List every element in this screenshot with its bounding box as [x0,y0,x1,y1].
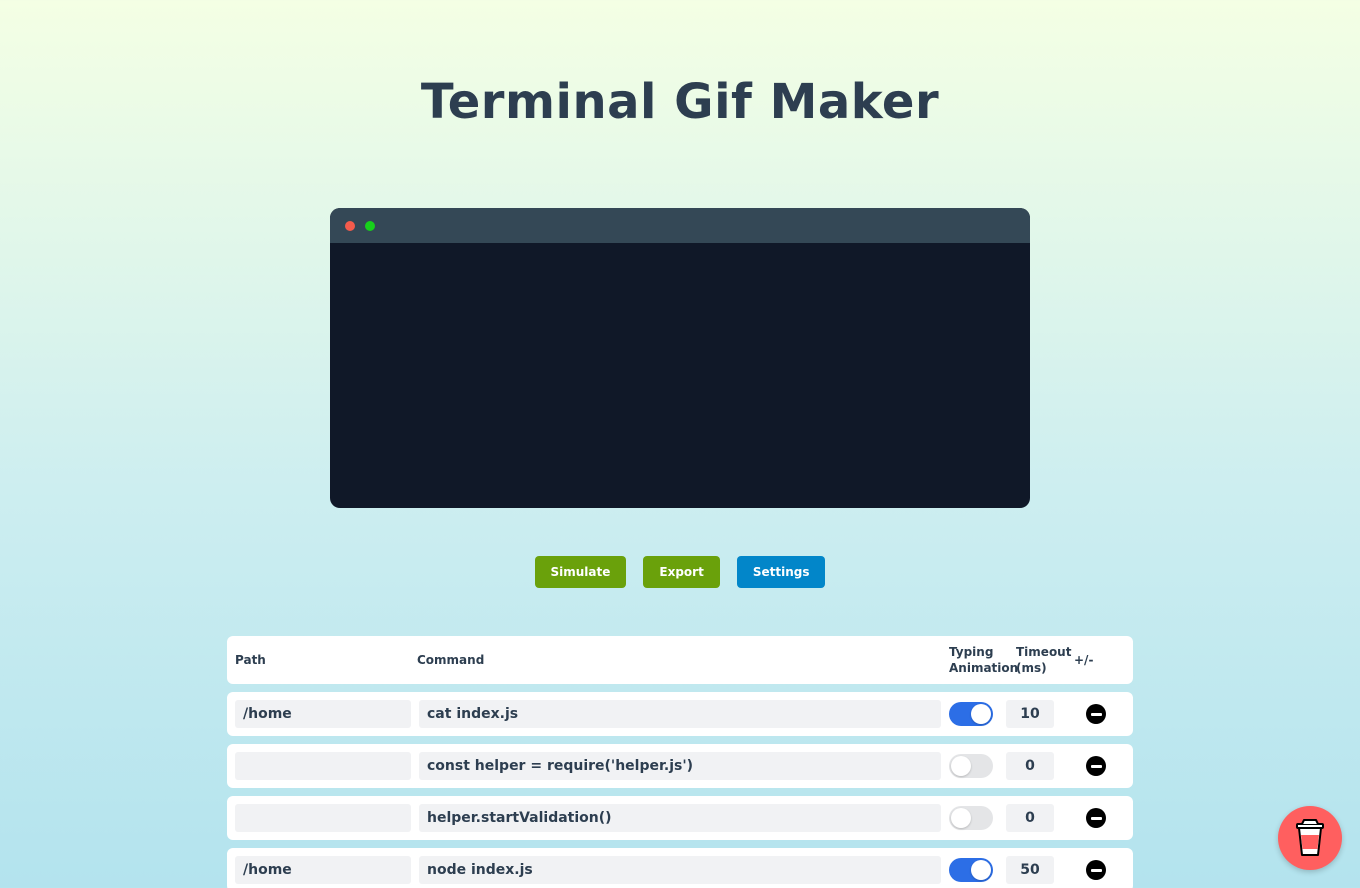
minus-circle-icon[interactable] [1086,860,1106,880]
minus-circle-icon[interactable] [1086,704,1106,724]
export-button[interactable]: Export [643,556,720,588]
header-add-remove: +/- [1074,653,1094,667]
path-input[interactable]: /home [235,856,411,884]
buy-me-a-coffee-button[interactable] [1278,806,1342,870]
timeout-input[interactable]: 50 [1006,856,1054,884]
path-input[interactable] [235,804,411,832]
header-timeout-line1: Timeout [1016,645,1072,659]
table-row: const helper = require('helper.js') 0 [227,744,1133,788]
settings-button[interactable]: Settings [736,556,826,588]
table-row: /home cat index.js 10 [227,692,1133,736]
header-typing-line2: Animation [949,661,1019,675]
typing-animation-toggle[interactable] [949,754,993,778]
terminal-preview [330,208,1030,508]
command-input[interactable]: node index.js [419,856,941,884]
typing-animation-toggle[interactable] [949,702,993,726]
path-input[interactable]: /home [235,700,411,728]
typing-animation-toggle[interactable] [949,806,993,830]
timeout-input[interactable]: 0 [1006,752,1054,780]
table-row: /home node index.js 50 [227,848,1133,888]
toggle-knob [951,756,971,776]
timeout-input[interactable]: 10 [1006,700,1054,728]
command-input[interactable]: const helper = require('helper.js') [419,752,941,780]
toggle-knob [971,704,991,724]
simulate-button[interactable]: Simulate [534,556,627,588]
header-path: Path [235,653,266,667]
terminal-titlebar [330,208,1030,243]
table-row: helper.startValidation() 0 [227,796,1133,840]
coffee-cup-icon [1296,819,1324,856]
header-timeout-line2: (ms) [1016,661,1047,675]
header-timeout: Timeout (ms) [1016,644,1071,676]
maximize-dot-icon [365,220,375,231]
timeout-input[interactable]: 0 [1006,804,1054,832]
path-input[interactable] [235,752,411,780]
header-typing-line1: Typing [949,645,994,659]
close-dot-icon [345,220,355,231]
page-title: Terminal Gif Maker [420,74,940,130]
command-input[interactable]: cat index.js [419,700,941,728]
header-command: Command [417,653,485,667]
action-bar: Simulate Export Settings [0,556,1360,588]
toggle-knob [971,860,991,880]
command-input[interactable]: helper.startValidation() [419,804,941,832]
minus-circle-icon[interactable] [1086,808,1106,828]
table-header: Path Command Typing Animation Timeout (m… [227,636,1133,684]
toggle-knob [951,808,971,828]
typing-animation-toggle[interactable] [949,858,993,882]
minus-circle-icon[interactable] [1086,756,1106,776]
header-typing-animation: Typing Animation [949,644,1018,676]
